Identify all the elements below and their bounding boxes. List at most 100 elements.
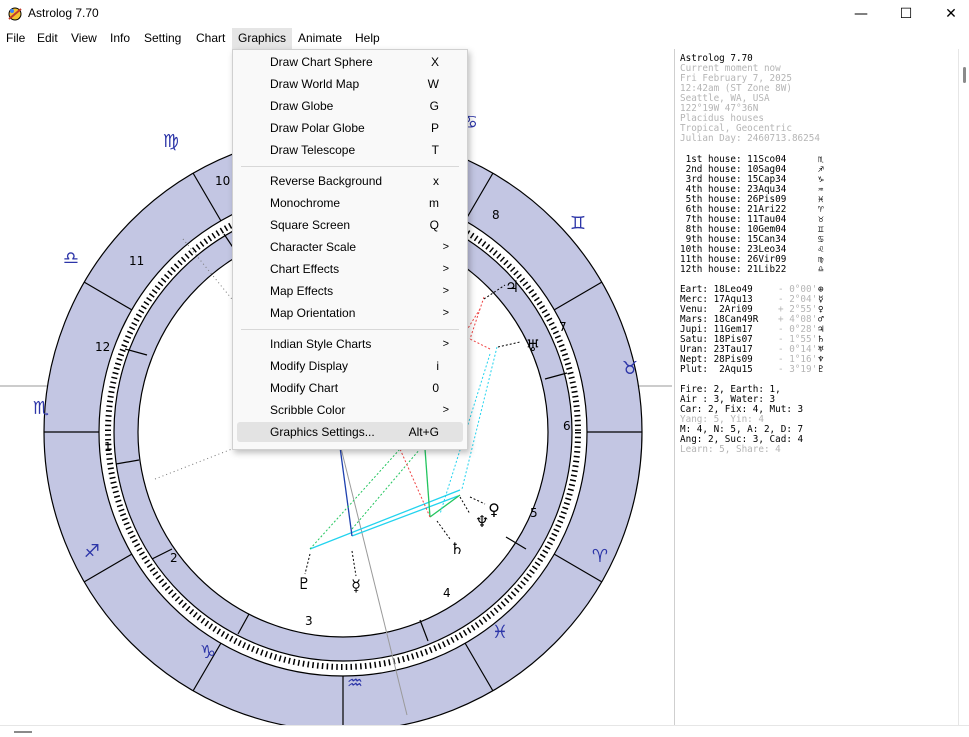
neptune-icon: ♆ <box>475 512 489 531</box>
menu-item-chart-effects[interactable]: Chart Effects > <box>237 259 463 279</box>
menu-item-draw-telescope[interactable]: Draw Telescope T <box>237 140 463 160</box>
menu-item-label: Draw Globe <box>270 99 334 113</box>
menu-item-shortcut: G <box>429 99 439 113</box>
house-number: 5 <box>530 506 538 520</box>
menu-item-shortcut: Alt+G <box>408 425 439 439</box>
title-bar: Astrolog 7.70 — ☐ ✕ <box>0 0 969 28</box>
aquarius-icon: ♒ <box>347 673 363 694</box>
menu-item-label: Draw Chart Sphere <box>270 55 373 69</box>
sagittarius-icon: ♐ <box>84 541 100 562</box>
house-number: 3 <box>305 614 313 628</box>
menu-item-map-effects[interactable]: Map Effects > <box>237 281 463 301</box>
menu-item-label: Reverse Background <box>270 174 383 188</box>
menu-item-shortcut: T <box>431 143 439 157</box>
menu-item-indian-style-charts[interactable]: Indian Style Charts > <box>237 334 463 354</box>
pisces-icon: ♓ <box>492 622 508 643</box>
menu-item-label: Scribble Color <box>270 403 346 417</box>
submenu-arrow-icon: > <box>442 338 449 350</box>
pluto-icon: ♇ <box>818 364 824 375</box>
house-number: 1 <box>104 440 112 454</box>
menu-item-label: Draw World Map <box>270 77 360 91</box>
learn-share-counts: Learn: 5, Share: 4 <box>680 444 781 455</box>
horizontal-scrollbar[interactable] <box>0 725 969 737</box>
maximize-button[interactable]: ☐ <box>883 0 929 28</box>
house-number: 11 <box>129 254 144 268</box>
menu-item-label: Map Orientation <box>270 306 356 320</box>
house-number: 2 <box>170 551 178 565</box>
menu-item-label: Indian Style Charts <box>270 337 372 351</box>
menu-item-modify-display[interactable]: Modify Display i <box>237 356 463 376</box>
saturn-icon: ♄ <box>450 539 464 558</box>
menu-help[interactable]: Help <box>349 28 386 49</box>
menu-item-label: Character Scale <box>270 240 357 254</box>
menu-info[interactable]: Info <box>104 28 136 49</box>
empty-area <box>835 49 955 725</box>
menu-separator <box>241 329 459 330</box>
menu-item-draw-chart-sphere[interactable]: Draw Chart Sphere X <box>237 52 463 72</box>
menu-item-label: Draw Telescope <box>270 143 356 157</box>
house-number: 7 <box>559 320 567 334</box>
house-number: 12 <box>95 340 110 354</box>
menu-item-draw-globe[interactable]: Draw Globe G <box>237 96 463 116</box>
menu-item-shortcut: 0 <box>432 381 439 395</box>
close-button[interactable]: ✕ <box>928 0 969 28</box>
menu-item-map-orientation[interactable]: Map Orientation > <box>237 303 463 323</box>
menu-item-square-screen[interactable]: Square Screen Q <box>237 215 463 235</box>
menu-view[interactable]: View <box>65 28 103 49</box>
graphics-dropdown-menu: Draw Chart Sphere X Draw World Map W Draw … <box>232 49 468 450</box>
mercury-icon: ☿ <box>351 576 361 595</box>
house-number: 10 <box>215 174 230 188</box>
uranus-icon: ♅ <box>526 336 540 355</box>
menu-item-label: Modify Display <box>270 359 349 373</box>
horizontal-scrollbar-thumb[interactable] <box>14 731 32 733</box>
menu-item-reverse-background[interactable]: Reverse Background x <box>237 171 463 191</box>
menu-item-shortcut: W <box>427 77 439 91</box>
menu-setting[interactable]: Setting <box>138 28 187 49</box>
pluto-icon: ♇ <box>297 574 311 593</box>
house-number: 8 <box>492 208 500 222</box>
submenu-arrow-icon: > <box>442 241 449 253</box>
menu-item-label: Graphics Settings... <box>270 425 375 439</box>
minimize-button[interactable]: — <box>838 0 884 28</box>
house-row: 12th house: 21Lib22 <box>680 264 787 275</box>
menu-item-draw-world-map[interactable]: Draw World Map W <box>237 74 463 94</box>
menu-item-label: Map Effects <box>270 284 334 298</box>
menu-item-shortcut: m <box>429 196 439 210</box>
menu-item-character-scale[interactable]: Character Scale > <box>237 237 463 257</box>
aries-icon: ♈ <box>592 546 608 567</box>
chart-info-panel: Astrolog 7.70 Current moment now Fri Feb… <box>674 49 835 725</box>
window-title: Astrolog 7.70 <box>28 6 99 20</box>
vertical-scrollbar[interactable] <box>958 49 969 725</box>
menu-item-shortcut: P <box>430 121 439 135</box>
capricorn-icon: ♑ <box>200 642 216 663</box>
libra-icon: ♎ <box>818 264 824 275</box>
menu-animate[interactable]: Animate <box>292 28 348 49</box>
house-number: 4 <box>443 586 451 600</box>
menu-item-draw-polar-globe[interactable]: Draw Polar Globe P <box>237 118 463 138</box>
menu-item-graphics-settings[interactable]: Graphics Settings... Alt+G <box>237 422 463 442</box>
menu-graphics[interactable]: Graphics <box>232 28 293 49</box>
taurus-icon: ♉ <box>622 358 638 379</box>
submenu-arrow-icon: > <box>442 307 449 319</box>
menu-item-monochrome[interactable]: Monochrome m <box>237 193 463 213</box>
menu-item-scribble-color[interactable]: Scribble Color > <box>237 400 463 420</box>
menu-file[interactable]: File <box>0 28 31 49</box>
virgo-icon: ♍ <box>163 131 179 152</box>
menu-separator <box>241 166 459 167</box>
submenu-arrow-icon: > <box>442 263 449 275</box>
planet-row: Plut: 2Aqu15 <box>680 364 753 375</box>
menu-item-shortcut: X <box>430 55 439 69</box>
venus-icon: ♀ <box>488 500 500 519</box>
menu-item-shortcut: Q <box>429 218 439 232</box>
planet-latitude: - 3°19' <box>778 364 818 375</box>
menu-item-shortcut: i <box>436 359 439 373</box>
gemini-icon: ♊ <box>570 213 586 234</box>
menu-item-label: Square Screen <box>270 218 351 232</box>
libra-icon: ♎ <box>63 248 79 269</box>
menu-item-modify-chart[interactable]: Modify Chart 0 <box>237 378 463 398</box>
scrollbar-thumb[interactable] <box>963 67 966 83</box>
menu-edit[interactable]: Edit <box>31 28 64 49</box>
menu-bar: File Edit View Info Setting Chart Graphi… <box>0 28 969 49</box>
menu-item-label: Monochrome <box>270 196 341 210</box>
menu-chart[interactable]: Chart <box>190 28 231 49</box>
